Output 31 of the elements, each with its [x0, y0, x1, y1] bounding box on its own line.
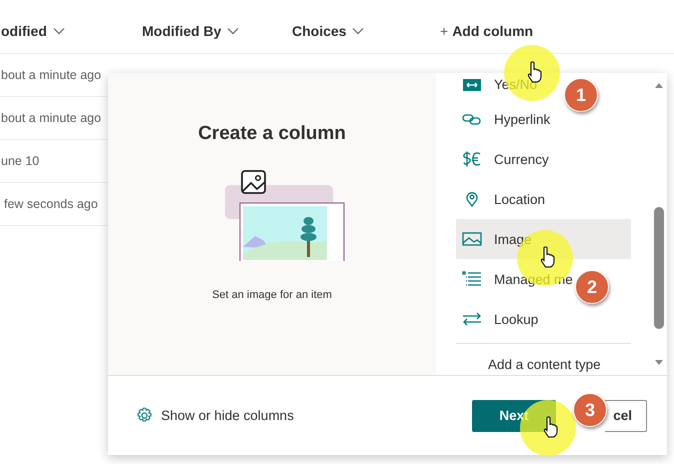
panel-title: Create a column	[198, 123, 346, 145]
yesno-icon	[462, 77, 482, 93]
column-type-item[interactable]: Lookup	[456, 299, 538, 339]
column-type-item[interactable]: Hyperlink	[456, 99, 550, 139]
show-hide-columns-link[interactable]: Show or hide columns	[136, 407, 294, 424]
chevron-down-icon	[352, 26, 364, 34]
scrollbar-thumb[interactable]	[654, 207, 664, 329]
hand-cursor-icon	[542, 416, 558, 438]
content-type-item[interactable]: Add a content type	[456, 344, 601, 372]
managed-icon	[462, 271, 482, 287]
currency-icon	[462, 151, 482, 167]
cancel-button[interactable]: cel	[605, 400, 647, 432]
column-header[interactable]: odified	[1, 22, 142, 38]
illustration-caption: Set an image for an item	[212, 289, 332, 301]
hand-cursor-icon	[539, 246, 555, 268]
add-column-button[interactable]: + Add column	[440, 22, 534, 38]
image-icon	[462, 231, 482, 247]
table-cell: bout a minute ago	[1, 111, 102, 125]
settings-icon	[136, 407, 153, 424]
chevron-down-icon	[52, 26, 65, 34]
column-type-item[interactable]: Currency	[456, 139, 549, 179]
column-header[interactable]: Modified By	[142, 22, 292, 38]
column-header[interactable]: Choices	[292, 22, 440, 38]
chevron-down-icon	[227, 26, 240, 34]
table-cell: bout a minute ago	[1, 68, 102, 82]
scroll-up-icon[interactable]	[654, 81, 664, 89]
column-type-item[interactable]: Location	[456, 179, 546, 219]
lookup-icon	[462, 311, 482, 327]
table-cell: few seconds ago	[4, 197, 98, 211]
scroll-down-icon[interactable]	[654, 359, 664, 367]
table-cell: une 10	[1, 154, 40, 168]
